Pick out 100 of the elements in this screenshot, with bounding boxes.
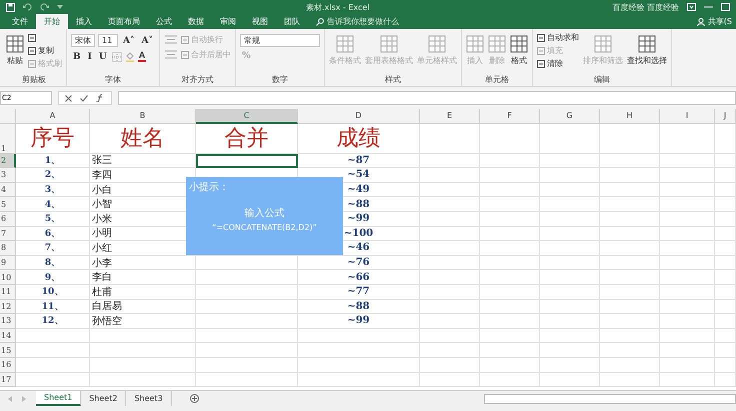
empty-cell — [420, 182, 480, 198]
row-header[interactable]: 17 — [0, 372, 16, 388]
row-header[interactable]: 12 — [0, 300, 16, 314]
table-icon — [428, 35, 446, 53]
user-name[interactable]: 百度经验 百度经验 — [612, 2, 679, 12]
row-header[interactable]: 10 — [0, 270, 16, 285]
empty-cell — [480, 372, 540, 388]
dropdown-field[interactable]: 宋体 — [71, 34, 95, 47]
column-header[interactable]: H — [600, 109, 660, 124]
column-header[interactable]: D — [298, 109, 420, 124]
left-arrow-icon[interactable] — [8, 396, 12, 402]
ribbon-tab[interactable]: 视图 — [244, 14, 276, 29]
group-label: 数字 — [270, 74, 289, 86]
dropdown-field[interactable]: 11 — [98, 34, 118, 47]
row-header[interactable]: 11 — [0, 284, 16, 300]
add-sheet-icon[interactable] — [190, 394, 199, 403]
format-button[interactable]: B — [71, 52, 83, 62]
format-button[interactable]: I — [86, 52, 94, 62]
format-button[interactable]: U — [96, 52, 109, 62]
ribbon-tab[interactable]: 数据 — [180, 14, 212, 29]
empty-cell — [715, 314, 736, 329]
ribbon-tab[interactable]: 插入 — [68, 14, 100, 29]
empty-cell — [715, 270, 736, 285]
sheet-tab[interactable]: Sheet2 — [81, 391, 126, 406]
empty-cell — [715, 182, 736, 198]
undo-icon[interactable] — [23, 3, 32, 11]
empty-cell — [600, 270, 660, 285]
ribbon-button[interactable]: 格式 — [510, 35, 528, 66]
header-cell: 成绩 — [298, 124, 420, 154]
column-header[interactable]: J — [715, 109, 736, 124]
row-header[interactable]: 8 — [0, 241, 16, 256]
ribbon-tab[interactable]: 公式 — [148, 14, 180, 29]
row-header[interactable]: 7 — [0, 226, 16, 242]
ribbon-button[interactable]: 查找和选择 — [626, 35, 667, 66]
column-header[interactable]: A — [16, 109, 90, 124]
empty-cell — [480, 182, 540, 198]
square-icon — [28, 34, 36, 42]
ribbon-tab[interactable]: 审阅 — [212, 14, 244, 29]
ribbon-tab[interactable]: 团队 — [276, 14, 308, 29]
table-icon — [466, 35, 484, 53]
empty-cell — [715, 328, 736, 344]
row-header[interactable]: 3 — [0, 168, 16, 183]
right-arrow-icon[interactable] — [22, 396, 26, 402]
empty-cell — [660, 168, 715, 183]
ribbon-button[interactable]: 粘贴 — [6, 35, 24, 66]
ribbon-button[interactable]: 自动求和 — [536, 32, 579, 43]
row-header[interactable]: 13 — [0, 314, 16, 329]
redo-icon[interactable] — [40, 3, 49, 11]
ribbon-button[interactable]: 复制 — [28, 45, 62, 56]
empty-cell — [715, 256, 736, 270]
empty-cell — [540, 284, 600, 300]
check-icon[interactable] — [80, 94, 88, 102]
column-header[interactable]: G — [540, 109, 600, 124]
row-header[interactable]: 2 — [0, 154, 16, 168]
column-header[interactable]: I — [660, 109, 715, 124]
share-button[interactable]: 共享(S — [708, 16, 732, 27]
save-icon[interactable] — [6, 2, 15, 12]
group-label: 单元格 — [484, 74, 510, 86]
column-header[interactable]: F — [480, 109, 540, 124]
cancel-icon[interactable] — [65, 94, 72, 102]
caret-icon[interactable] — [57, 4, 63, 10]
column-header[interactable]: C — [196, 109, 298, 124]
empty-cell — [660, 358, 715, 372]
table-icon — [336, 35, 354, 53]
empty-cell — [660, 270, 715, 285]
person-icon — [696, 18, 705, 26]
row-header[interactable]: 14 — [0, 328, 16, 344]
sheet-tab[interactable]: Sheet3 — [126, 391, 172, 406]
row-header[interactable]: 5 — [0, 197, 16, 212]
empty-cell — [420, 372, 480, 388]
row-header[interactable]: 6 — [0, 212, 16, 227]
horizontal-scrollbar[interactable] — [484, 394, 736, 404]
table-cell: ~88 — [298, 300, 420, 314]
maximize-icon[interactable] — [721, 3, 730, 11]
row-header[interactable]: 9 — [0, 256, 16, 270]
format-button[interactable]: A˅ — [139, 36, 155, 46]
row-header[interactable]: 4 — [0, 182, 16, 198]
ribbon-display-icon[interactable] — [687, 3, 696, 11]
square-icon — [180, 36, 189, 44]
row-header[interactable]: 1 — [0, 124, 16, 154]
empty-cell — [420, 343, 480, 358]
ribbon-tab[interactable]: 文件 — [4, 14, 36, 29]
table-cell: 7、 — [16, 241, 90, 256]
ribbon-button[interactable]: 清除 — [536, 58, 579, 69]
sheet-tab[interactable]: Sheet1 — [36, 391, 82, 406]
column-header[interactable]: E — [420, 109, 480, 124]
formula-input[interactable] — [118, 91, 736, 105]
row-header[interactable]: 16 — [0, 358, 16, 372]
dropdown-field[interactable]: 常规 — [240, 34, 320, 47]
format-button[interactable]: A˄ — [121, 36, 136, 46]
row-header[interactable]: 15 — [0, 343, 16, 358]
window-title: 素材.xlsx - Excel — [306, 2, 370, 12]
column-header[interactable]: B — [90, 109, 196, 124]
tell-me-field[interactable]: 告诉我你想要做什么 — [327, 16, 399, 27]
font-color-button[interactable]: A — [138, 51, 146, 62]
function-icon[interactable] — [96, 94, 105, 102]
table-cell: 11、 — [16, 300, 90, 314]
ribbon-tab[interactable]: 开始 — [36, 14, 68, 29]
empty-cell — [715, 284, 736, 300]
ribbon-tab[interactable]: 页面布局 — [100, 14, 148, 29]
